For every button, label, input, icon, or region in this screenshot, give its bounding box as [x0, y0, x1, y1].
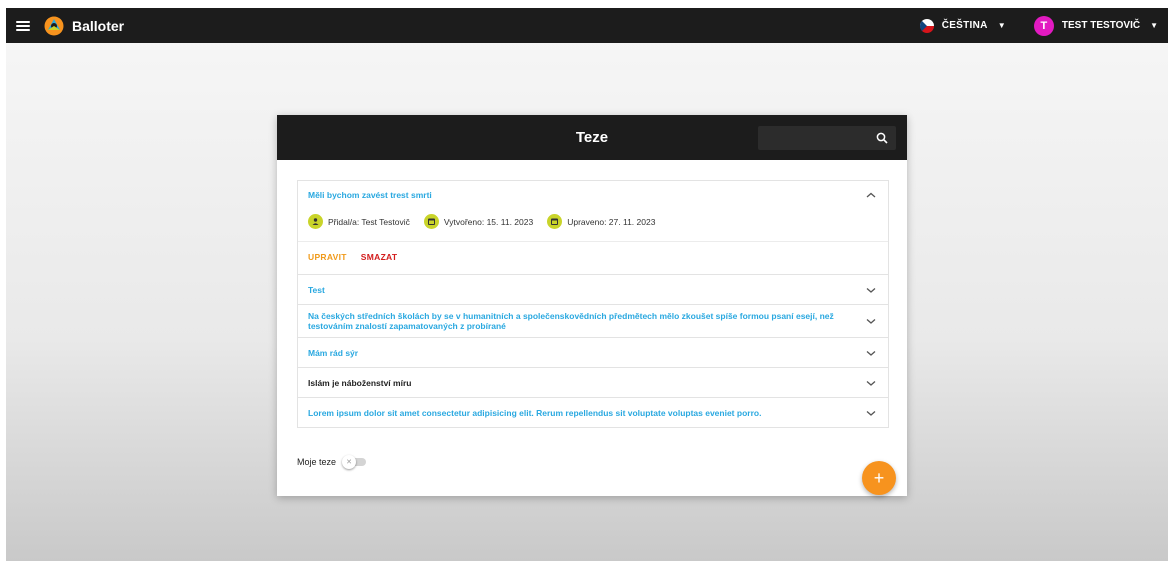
caret-down-icon: ▼	[1150, 21, 1158, 30]
theses-panel: Teze Měli bychom zavést trest smrti Přid…	[277, 115, 907, 496]
my-theses-label: Moje teze	[297, 457, 337, 467]
thesis-title: Měli bychom zavést trest smrti	[308, 190, 432, 200]
chevron-down-icon[interactable]	[866, 318, 876, 324]
chevron-down-icon[interactable]	[866, 350, 876, 356]
author-label: Přidal/a: Test Testovič	[328, 216, 410, 227]
thesis-item[interactable]: Lorem ipsum dolor sit amet consectetur a…	[297, 398, 889, 428]
chevron-up-icon[interactable]	[866, 192, 876, 198]
czech-flag-icon	[919, 18, 934, 33]
thesis-title: Islám je náboženství míru	[308, 377, 412, 388]
author-chip: Přidal/a: Test Testovič	[308, 214, 410, 229]
person-icon	[308, 214, 323, 229]
thesis-meta: Přidal/a: Test Testovič Vytvořeno: 15. 1…	[298, 209, 888, 242]
user-name: TEST TESTOVIČ	[1061, 20, 1141, 31]
chevron-down-icon[interactable]	[866, 287, 876, 293]
language-label: ČEŠTINA	[941, 20, 988, 31]
calendar-icon	[547, 214, 563, 229]
search-input[interactable]	[764, 129, 873, 149]
thesis-title: Test	[308, 284, 325, 295]
thesis-item[interactable]: Na českých středních školách by se v hum…	[297, 305, 889, 338]
chevron-down-icon[interactable]	[866, 380, 876, 386]
thesis-header[interactable]: Test	[298, 275, 888, 304]
thesis-item: Měli bychom zavést trest smrti Přidal/a:…	[297, 180, 889, 275]
thesis-header[interactable]: Na českých středních školách by se v hum…	[298, 305, 888, 337]
avatar: T	[1033, 15, 1054, 36]
thesis-title: Mám rád sýr	[308, 347, 359, 358]
search-box[interactable]	[758, 126, 896, 150]
thesis-item[interactable]: Test	[297, 275, 889, 305]
created-label: Vytvořeno: 15. 11. 2023	[443, 216, 534, 227]
thesis-header[interactable]: Islám je náboženství míru	[298, 368, 888, 397]
created-chip: Vytvořeno: 15. 11. 2023	[423, 214, 534, 229]
thesis-item[interactable]: Islám je náboženství míru	[297, 368, 889, 398]
caret-down-icon: ▼	[997, 21, 1006, 30]
language-selector[interactable]: ČEŠTINA ▼	[919, 18, 1006, 33]
add-thesis-button[interactable]: +	[862, 461, 896, 495]
chevron-down-icon[interactable]	[866, 410, 876, 416]
user-menu[interactable]: T TEST TESTOVIČ ▼	[1033, 15, 1158, 36]
app-title[interactable]: Balloter	[72, 18, 124, 34]
calendar-icon	[423, 214, 439, 229]
thesis-header[interactable]: Lorem ipsum dolor sit amet consectetur a…	[298, 398, 888, 427]
menu-icon[interactable]	[16, 20, 30, 31]
updated-label: Upraveno: 27. 11. 2023	[567, 216, 656, 227]
theses-list: Měli bychom zavést trest smrti Přidal/a:…	[297, 180, 889, 428]
thesis-title: Na českých středních školách by se v hum…	[308, 311, 834, 331]
thesis-actions: UPRAVIT SMAZAT	[298, 242, 888, 274]
toggle-knob: ✕	[342, 455, 357, 469]
thesis-header[interactable]: Mám rád sýr	[298, 338, 888, 367]
app-screen: Balloter ČEŠTINA ▼ T TEST TESTOVIČ ▼ Tez…	[6, 8, 1168, 561]
thesis-item[interactable]: Mám rád sýr	[297, 338, 889, 368]
thesis-title: Lorem ipsum dolor sit amet consectetur a…	[308, 407, 762, 418]
thesis-header[interactable]: Měli bychom zavést trest smrti	[298, 181, 888, 209]
panel-header: Teze	[277, 115, 907, 160]
balloter-logo-icon	[44, 16, 64, 35]
search-icon[interactable]	[876, 132, 888, 144]
delete-button[interactable]: SMAZAT	[361, 252, 398, 262]
my-theses-toggle[interactable]: ✕	[342, 455, 368, 469]
close-icon: ✕	[346, 459, 352, 466]
my-theses-filter: Moje teze ✕	[297, 455, 368, 469]
updated-chip: Upraveno: 27. 11. 2023	[547, 214, 655, 229]
edit-button[interactable]: UPRAVIT	[308, 252, 347, 262]
app-bar: Balloter ČEŠTINA ▼ T TEST TESTOVIČ ▼	[6, 8, 1168, 43]
